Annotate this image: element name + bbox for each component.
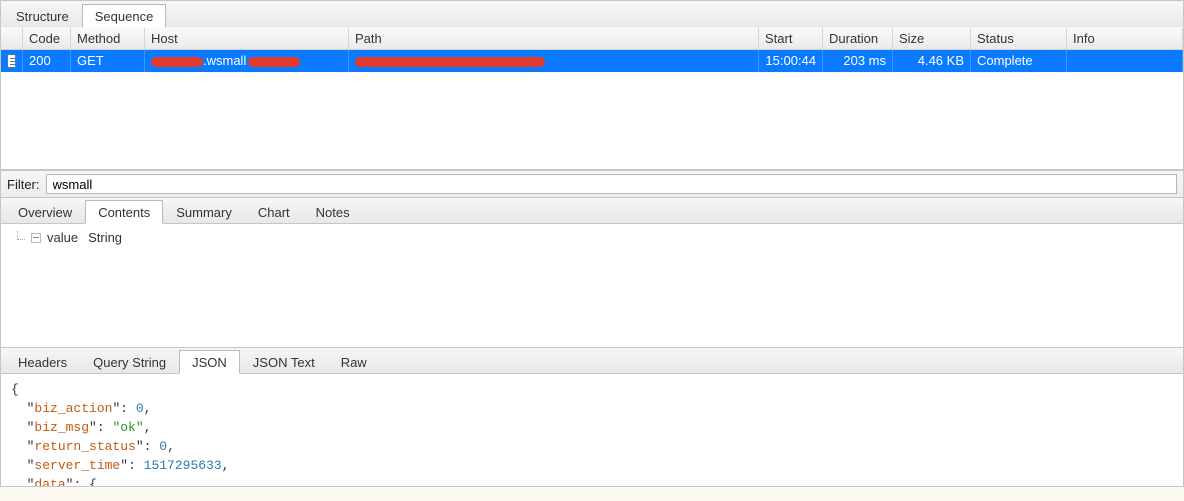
col-start[interactable]: Start: [759, 28, 823, 49]
tree-node-label: value: [47, 230, 78, 245]
tab-headers[interactable]: Headers: [5, 350, 80, 373]
tab-json[interactable]: JSON: [179, 350, 240, 374]
filter-label: Filter:: [7, 177, 40, 192]
tab-contents[interactable]: Contents: [85, 200, 163, 224]
cell-info: [1067, 50, 1183, 72]
col-icon[interactable]: [1, 28, 23, 49]
json-viewer[interactable]: { "biz_action": 0, "biz_msg": "ok", "ret…: [0, 374, 1184, 487]
cell-host: .wsmall: [145, 50, 349, 72]
tab-chart[interactable]: Chart: [245, 200, 303, 223]
tree-leaf-icon: [31, 233, 41, 243]
table-row[interactable]: 200 GET .wsmall 15:00:44 203 ms 4.46 KB …: [1, 50, 1183, 72]
cell-status: Complete: [971, 50, 1067, 72]
tab-json-text[interactable]: JSON Text: [240, 350, 328, 373]
redacted-text: [355, 57, 545, 67]
col-method[interactable]: Method: [71, 28, 145, 49]
tree-branch-icon: [11, 231, 25, 245]
cell-path: [349, 50, 759, 72]
tab-notes[interactable]: Notes: [303, 200, 363, 223]
cell-code: 200: [23, 50, 71, 72]
file-icon: [7, 54, 16, 68]
json-key: data: [34, 477, 65, 487]
json-key: biz_action: [34, 401, 112, 416]
filter-bar: Filter:: [0, 170, 1184, 198]
col-host[interactable]: Host: [145, 28, 349, 49]
json-number-value: 0: [159, 439, 167, 454]
col-duration[interactable]: Duration: [823, 28, 893, 49]
body-tabs: Headers Query String JSON JSON Text Raw: [0, 348, 1184, 374]
redacted-text: [248, 57, 300, 67]
cell-start: 15:00:44: [759, 50, 823, 72]
request-grid: Code Method Host Path Start Duration Siz…: [0, 28, 1184, 170]
cell-method: GET: [71, 50, 145, 72]
json-number-value: 0: [136, 401, 144, 416]
col-code[interactable]: Code: [23, 28, 71, 49]
row-file-icon: [1, 50, 23, 72]
json-number-value: 1517295633: [144, 458, 222, 473]
content-tabs: Overview Contents Summary Chart Notes: [0, 198, 1184, 224]
host-fragment: .wsmall: [203, 53, 246, 68]
tab-structure[interactable]: Structure: [3, 4, 82, 27]
tree-node-type: String: [88, 230, 122, 245]
col-info[interactable]: Info: [1067, 28, 1183, 49]
cell-size: 4.46 KB: [893, 50, 971, 72]
json-key: biz_msg: [34, 420, 89, 435]
grid-header-row: Code Method Host Path Start Duration Siz…: [1, 28, 1183, 50]
view-tabs: Structure Sequence: [0, 0, 1184, 28]
filter-input[interactable]: [46, 174, 1178, 194]
tab-overview[interactable]: Overview: [5, 200, 85, 223]
tab-query-string[interactable]: Query String: [80, 350, 179, 373]
col-size[interactable]: Size: [893, 28, 971, 49]
redacted-text: [151, 57, 203, 67]
col-status[interactable]: Status: [971, 28, 1067, 49]
tree-node[interactable]: value String: [11, 230, 1173, 245]
json-key: return_status: [34, 439, 135, 454]
tab-sequence[interactable]: Sequence: [82, 4, 167, 28]
tab-raw[interactable]: Raw: [328, 350, 380, 373]
json-string-value: "ok": [112, 420, 143, 435]
structure-tree: value String: [0, 224, 1184, 348]
json-key: server_time: [34, 458, 120, 473]
col-path[interactable]: Path: [349, 28, 759, 49]
tab-summary[interactable]: Summary: [163, 200, 245, 223]
cell-duration: 203 ms: [823, 50, 893, 72]
